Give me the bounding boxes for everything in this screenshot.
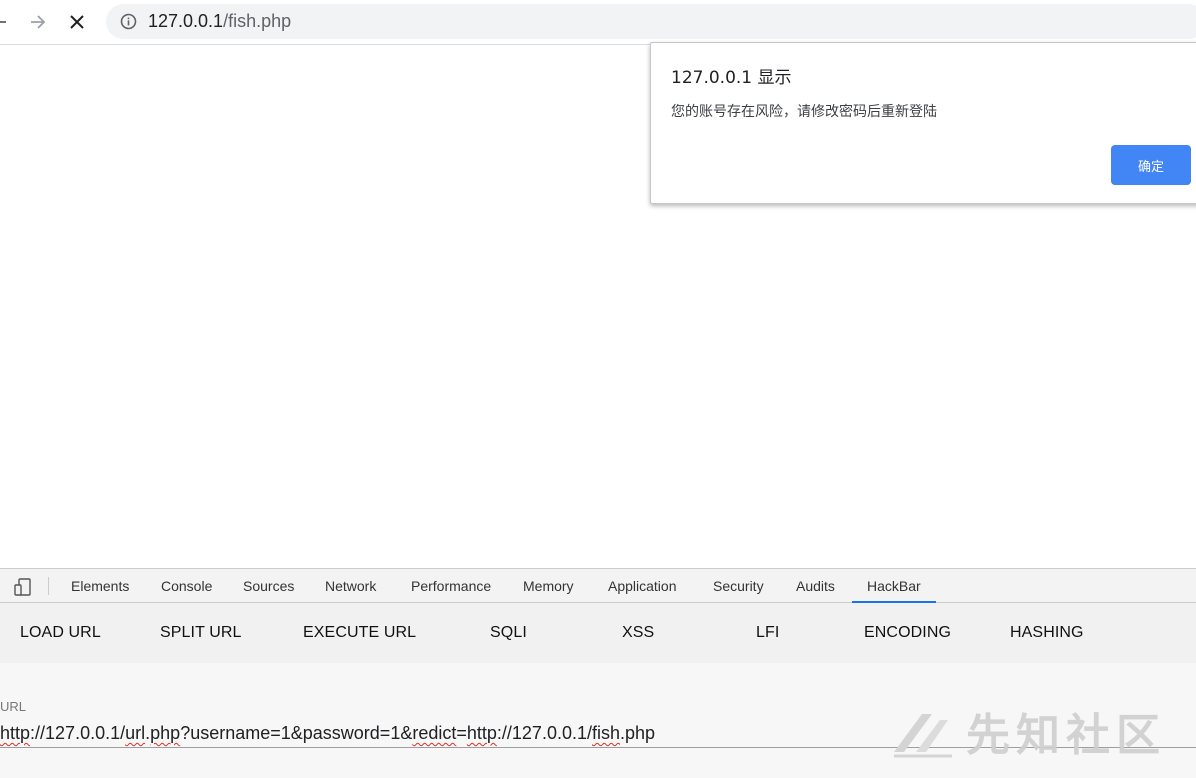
tab-hackbar[interactable]: HackBar xyxy=(867,569,921,603)
url-segment: http xyxy=(0,723,31,743)
url-field-label: URL xyxy=(0,699,27,714)
address-bar[interactable]: 127.0.0.1/fish.php xyxy=(106,4,1196,39)
device-toolbar-icon[interactable] xyxy=(12,577,34,597)
url-segment: url xyxy=(125,723,146,743)
url-segment: http xyxy=(466,723,497,743)
xss-menu[interactable]: XSS xyxy=(622,623,654,643)
url-field[interactable]: http://127.0.0.1/url.php?username=1&pass… xyxy=(0,718,1196,748)
address-path: /fish.php xyxy=(223,11,292,31)
tab-security[interactable]: Security xyxy=(713,569,764,603)
tab-console[interactable]: Console xyxy=(161,569,212,603)
tab-application[interactable]: Application xyxy=(608,569,677,603)
address-host: 127.0.0.1 xyxy=(148,11,224,31)
hackbar-url-section: URL http://127.0.0.1/url.php?username=1&… xyxy=(0,663,1196,778)
alert-title: 127.0.0.1 显示 xyxy=(671,68,792,88)
alert-dialog: 127.0.0.1 显示 您的账号存在风险，请修改密码后重新登陆 确定 xyxy=(650,42,1196,204)
info-icon[interactable] xyxy=(120,13,137,30)
load-url-button[interactable]: LOAD URL xyxy=(20,623,101,643)
hackbar-menu: LOAD URL SPLIT URL EXECUTE URL SQLI XSS … xyxy=(0,603,1196,663)
url-segment: php xyxy=(150,723,181,743)
url-segment: = xyxy=(456,723,467,743)
tab-sources[interactable]: Sources xyxy=(243,569,294,603)
encoding-menu[interactable]: ENCODING xyxy=(864,623,951,643)
back-arrow-icon xyxy=(0,21,6,23)
url-segment: fish xyxy=(591,723,620,743)
browser-window: 127.0.0.1/fish.php 127.0.0.1 显示 您的账号存在风险… xyxy=(0,0,1196,778)
forward-button[interactable] xyxy=(24,8,52,36)
alert-message: 您的账号存在风险，请修改密码后重新登陆 xyxy=(671,104,937,120)
tab-memory[interactable]: Memory xyxy=(523,569,574,603)
browser-toolbar: 127.0.0.1/fish.php xyxy=(0,0,1196,45)
url-segment: ?username=1&password=1& xyxy=(180,723,413,743)
tab-divider xyxy=(48,577,49,595)
tab-audits[interactable]: Audits xyxy=(796,569,835,603)
stop-loading-button[interactable] xyxy=(63,8,91,36)
url-segment: ://127.0.0.1/ xyxy=(30,723,126,743)
tab-performance[interactable]: Performance xyxy=(411,569,491,603)
split-url-button[interactable]: SPLIT URL xyxy=(160,623,242,643)
tab-network[interactable]: Network xyxy=(325,569,376,603)
hashing-menu[interactable]: HASHING xyxy=(1010,623,1084,643)
execute-url-button[interactable]: EXECUTE URL xyxy=(303,623,416,643)
address-text[interactable]: 127.0.0.1/fish.php xyxy=(148,11,291,32)
lfi-menu[interactable]: LFI xyxy=(756,623,779,643)
close-icon xyxy=(70,15,84,29)
url-segment: .php xyxy=(620,723,656,743)
ok-button[interactable]: 确定 xyxy=(1111,145,1191,185)
url-segment: ://127.0.0.1/ xyxy=(496,723,592,743)
tab-elements[interactable]: Elements xyxy=(71,569,129,603)
devtools-panel: Elements Console Sources Network Perform… xyxy=(0,568,1196,778)
back-button[interactable] xyxy=(0,8,14,36)
forward-arrow-icon xyxy=(31,15,46,29)
url-segment: redict xyxy=(412,723,457,743)
devtools-tab-bar: Elements Console Sources Network Perform… xyxy=(0,568,1196,603)
sqli-menu[interactable]: SQLI xyxy=(490,623,527,643)
